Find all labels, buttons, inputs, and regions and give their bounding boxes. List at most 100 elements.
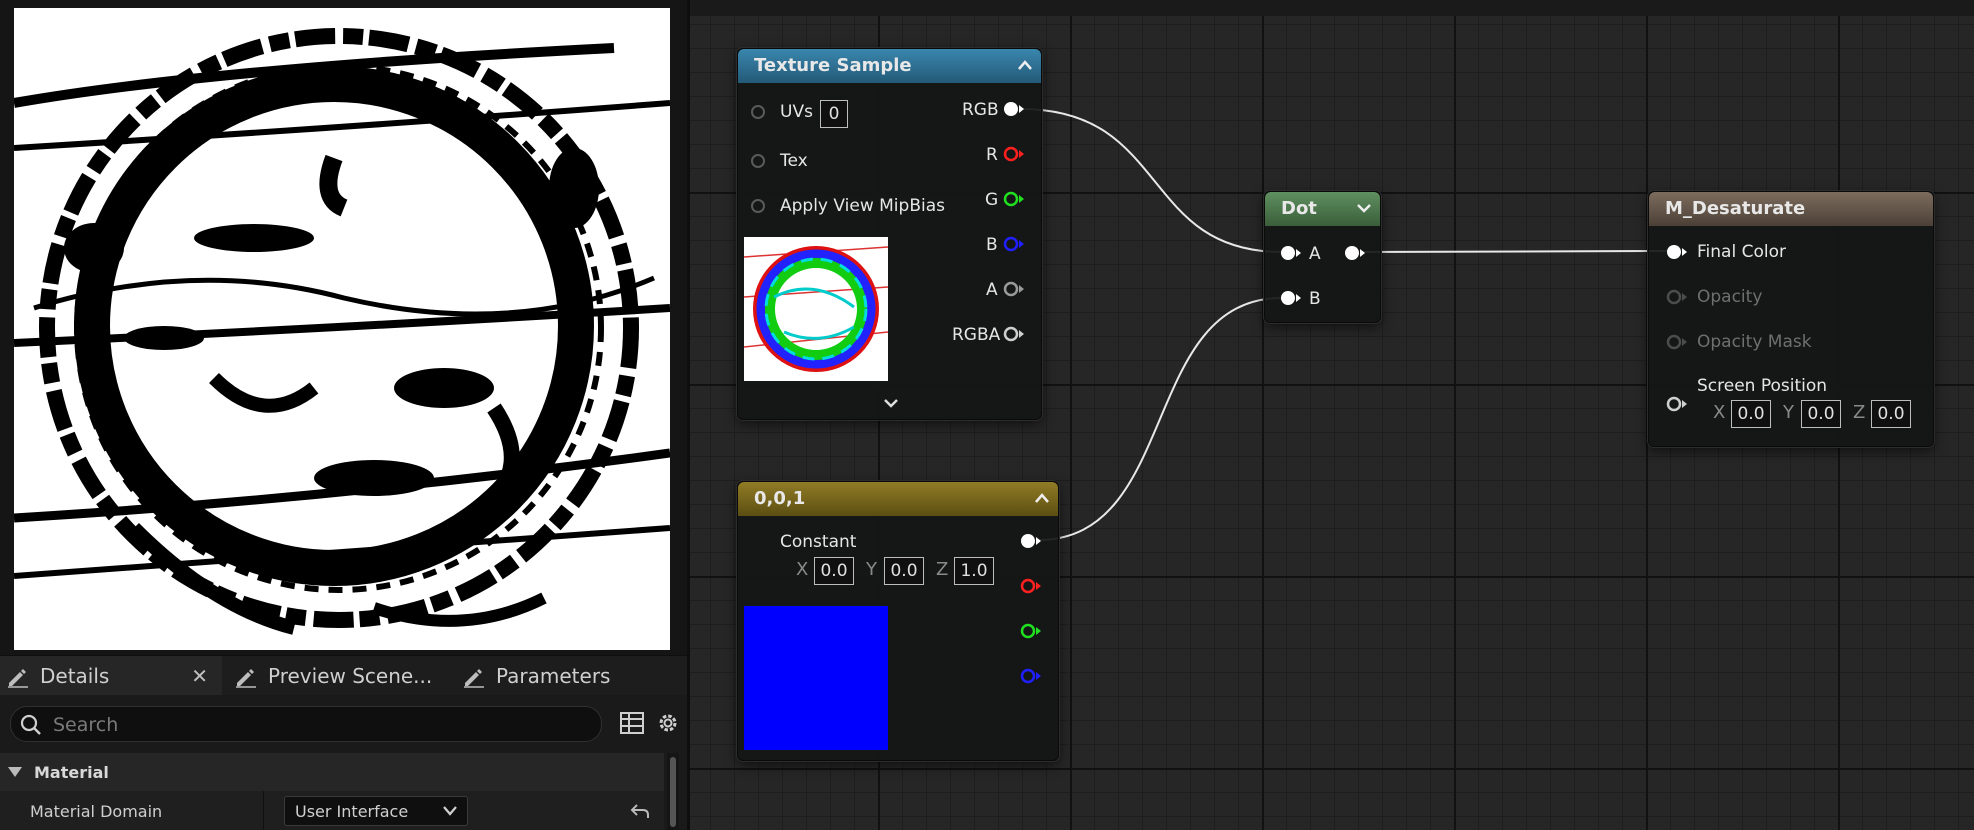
- chevron-down-icon[interactable]: [1356, 202, 1372, 214]
- preview-viewport[interactable]: [0, 0, 687, 655]
- pin-rgba-output[interactable]: [1002, 325, 1026, 343]
- node-texture-sample-title: Texture Sample: [754, 55, 912, 76]
- pin-constant-b-output[interactable]: [1019, 667, 1043, 685]
- pin-dot-output[interactable]: [1343, 244, 1367, 262]
- node-dot-header[interactable]: Dot: [1265, 192, 1380, 226]
- pin-constant-r-output[interactable]: [1019, 577, 1043, 595]
- property-row-material-domain: Material Domain User Interface: [0, 791, 664, 830]
- category-material-label: Material: [34, 762, 109, 782]
- pencil-icon: [8, 669, 28, 688]
- left-panel: Details ✕ Preview Scene... Parameters Ma…: [0, 0, 687, 830]
- pin-dot-a-label: A: [1309, 244, 1321, 264]
- pin-final-color-input[interactable]: [1665, 243, 1689, 261]
- node-constant-header[interactable]: 0,0,1: [738, 482, 1058, 516]
- pin-constant-output[interactable]: [1019, 532, 1043, 550]
- node-dot-title: Dot: [1281, 198, 1317, 219]
- pin-rgb-label: RGB: [962, 100, 999, 120]
- node-result-title: M_Desaturate: [1665, 198, 1806, 219]
- table-view-icon[interactable]: [620, 712, 644, 734]
- node-result-header[interactable]: M_Desaturate: [1649, 192, 1933, 226]
- reset-arrow-icon[interactable]: [630, 802, 650, 820]
- column-divider[interactable]: [263, 791, 264, 830]
- pin-final-color-label: Final Color: [1697, 242, 1786, 262]
- pencil-icon: [464, 669, 484, 688]
- material-domain-dropdown[interactable]: User Interface: [284, 796, 468, 826]
- axis-z-label: Z: [1853, 402, 1866, 423]
- tab-parameters-label: Parameters: [496, 664, 611, 688]
- search-box[interactable]: [10, 706, 602, 743]
- texture-thumbnail: [744, 237, 888, 381]
- tab-details[interactable]: Details ✕: [0, 656, 222, 696]
- pin-a-output[interactable]: [1002, 280, 1026, 298]
- uvs-value-box[interactable]: 0: [820, 100, 848, 128]
- constant-x-field[interactable]: 0.0: [814, 557, 854, 585]
- details-search-row: [0, 695, 687, 753]
- graph-toolbar-strip: [690, 0, 1974, 16]
- expand-chevron-icon[interactable]: [883, 397, 899, 409]
- pin-screen-position-label: Screen Position: [1697, 376, 1828, 396]
- pin-g-output[interactable]: [1002, 190, 1026, 208]
- node-dot[interactable]: Dot A B: [1264, 191, 1381, 323]
- pin-a-label: A: [986, 280, 998, 300]
- axis-y-label: Y: [866, 559, 877, 580]
- texture-preview-image: [14, 8, 670, 650]
- pin-r-output[interactable]: [1002, 145, 1026, 163]
- constant-y-field[interactable]: 0.0: [884, 557, 924, 585]
- axis-x-label: X: [1713, 402, 1726, 423]
- axis-z-label: Z: [936, 559, 949, 580]
- material-domain-label: Material Domain: [30, 802, 163, 821]
- pin-dot-b-label: B: [1309, 289, 1321, 309]
- tab-preview-label: Preview Scene...: [268, 664, 433, 688]
- pin-r-label: R: [986, 145, 998, 165]
- pin-opacity-mask-input[interactable]: [1665, 333, 1689, 351]
- pin-opacity-label: Opacity: [1697, 287, 1763, 307]
- collapse-triangle-icon: [8, 767, 22, 777]
- pin-opacity-input[interactable]: [1665, 288, 1689, 306]
- node-constant3vector[interactable]: 0,0,1 Constant X 0.0 Y 0.0 Z 1.0: [737, 481, 1059, 761]
- chevron-up-icon[interactable]: [1034, 492, 1050, 504]
- pin-tex[interactable]: [750, 153, 770, 169]
- node-constant-title: 0,0,1: [754, 488, 806, 509]
- scrollbar-thumb[interactable]: [670, 757, 676, 827]
- pin-constant-g-output[interactable]: [1019, 622, 1043, 640]
- screen-position-x-field[interactable]: 0.0: [1731, 400, 1771, 428]
- close-icon[interactable]: ✕: [191, 664, 208, 688]
- node-texture-sample-header[interactable]: Texture Sample: [738, 49, 1041, 83]
- node-material-result[interactable]: M_Desaturate Final Color Opacity Opacity…: [1648, 191, 1934, 447]
- details-tab-bar: Details ✕ Preview Scene... Parameters: [0, 655, 687, 696]
- tab-details-label: Details: [40, 664, 110, 688]
- pin-rgba-label: RGBA: [952, 325, 1001, 345]
- constant-z-field[interactable]: 1.0: [954, 557, 994, 585]
- pin-apply-view-mipbias-label: Apply View MipBias: [780, 196, 945, 216]
- pin-dot-a-input[interactable]: [1279, 244, 1303, 262]
- axis-y-label: Y: [1783, 402, 1794, 423]
- tab-parameters[interactable]: Parameters: [462, 656, 610, 696]
- pin-b-label: B: [986, 235, 998, 255]
- pin-rgb-output[interactable]: [1002, 100, 1026, 118]
- pin-g-label: G: [985, 190, 999, 210]
- material-domain-value: User Interface: [295, 802, 409, 821]
- pin-uvs-label: UVs: [780, 102, 813, 122]
- pin-b-output[interactable]: [1002, 235, 1026, 253]
- color-swatch: [744, 606, 888, 750]
- chevron-up-icon[interactable]: [1017, 59, 1033, 71]
- pin-tex-label: Tex: [780, 151, 808, 171]
- pin-uvs[interactable]: [750, 104, 770, 120]
- pin-dot-b-input[interactable]: [1279, 289, 1303, 307]
- tab-preview-scene[interactable]: Preview Scene...: [234, 656, 432, 696]
- search-icon: [20, 714, 41, 735]
- pin-screen-position-input[interactable]: [1665, 395, 1689, 413]
- screen-position-y-field[interactable]: 0.0: [1801, 400, 1841, 428]
- pin-apply-view-mipbias[interactable]: [750, 198, 770, 214]
- gear-icon[interactable]: [656, 711, 680, 735]
- category-material[interactable]: Material: [0, 753, 664, 791]
- pin-opacity-mask-label: Opacity Mask: [1697, 332, 1812, 352]
- screen-position-z-field[interactable]: 0.0: [1871, 400, 1911, 428]
- constant-label: Constant: [780, 532, 857, 552]
- axis-x-label: X: [796, 559, 809, 580]
- search-input[interactable]: [51, 707, 595, 743]
- chevron-down-icon: [443, 806, 457, 816]
- details-scrollbar[interactable]: [667, 753, 679, 830]
- pencil-icon: [236, 669, 256, 688]
- node-texture-sample[interactable]: Texture Sample UVs 0 Tex Apply View MipB…: [737, 48, 1042, 420]
